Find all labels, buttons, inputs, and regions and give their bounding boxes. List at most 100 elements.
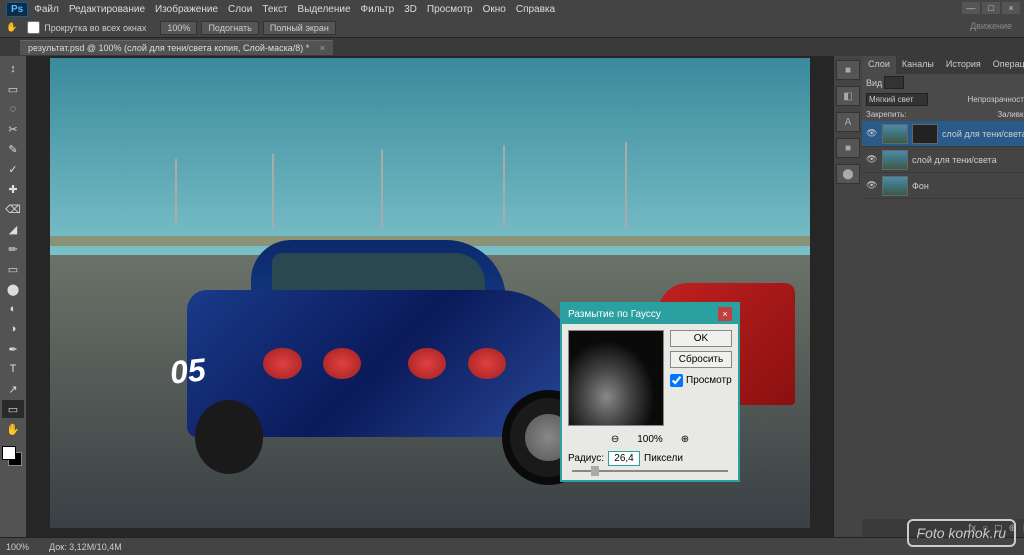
- dialog-close-button[interactable]: ×: [718, 307, 732, 321]
- document-tab-title: результат.psd @ 100% (слой для тени/свет…: [28, 43, 309, 53]
- window-controls: — □ ×: [962, 2, 1020, 14]
- tab-layers[interactable]: Слои: [862, 56, 896, 74]
- document-tab-close[interactable]: ×: [320, 43, 325, 53]
- layer-list: 👁 слой для тени/света копия 👁 слой для т…: [862, 121, 1024, 519]
- status-doc-info[interactable]: Док: 3,12M/10,4M: [49, 542, 122, 552]
- menu-layers[interactable]: Слои: [228, 4, 252, 15]
- status-zoom[interactable]: 100%: [6, 542, 29, 552]
- fullscreen-button[interactable]: Полный экран: [263, 21, 336, 35]
- eraser-tool[interactable]: ✏: [2, 240, 24, 258]
- layer-thumb[interactable]: [882, 176, 908, 196]
- crop-tool[interactable]: ✂: [2, 120, 24, 138]
- preview-label: Просмотр: [686, 375, 732, 386]
- zoom-out-icon[interactable]: ⊖: [611, 434, 619, 445]
- move-tool[interactable]: ↕: [2, 60, 24, 78]
- zoom-100-button[interactable]: 100%: [160, 21, 197, 35]
- stamp-tool[interactable]: ⌫: [2, 200, 24, 218]
- zoom-tool[interactable]: ✋: [2, 420, 24, 438]
- watermark: Foto komok.ru: [907, 519, 1016, 547]
- menu-select[interactable]: Выделение: [298, 4, 351, 15]
- workspace-label[interactable]: Движение: [970, 21, 1012, 31]
- lasso-tool[interactable]: ◌: [2, 100, 24, 118]
- dialog-title: Размытие по Гауссу: [568, 309, 661, 320]
- layer-item[interactable]: 👁 слой для тени/света копия: [862, 121, 1024, 147]
- shape-tool[interactable]: ↗: [2, 380, 24, 398]
- dialog-titlebar[interactable]: Размытие по Гауссу ×: [562, 304, 738, 324]
- menu-edit[interactable]: Редактирование: [69, 4, 145, 15]
- maximize-button[interactable]: □: [982, 2, 1000, 14]
- dock-icon-1[interactable]: ■: [836, 60, 860, 80]
- dock-icon-4[interactable]: ■: [836, 138, 860, 158]
- zoom-percent: 100%: [637, 434, 663, 445]
- layer-item[interactable]: 👁 Фон: [862, 173, 1024, 199]
- lock-label: Закрепить:: [866, 110, 907, 119]
- scroll-all-checkbox[interactable]: [27, 21, 40, 34]
- healing-tool[interactable]: ✓: [2, 160, 24, 178]
- toolbox: ↕ ▭ ◌ ✂ ✎ ✓ ✚ ⌫ ◢ ✏ ▭ ⬤ ◐ ◑ ✒ T ↗ ▭ ✋: [0, 56, 26, 537]
- hand-tool[interactable]: ▭: [2, 400, 24, 418]
- layer-name[interactable]: слой для тени/света копия: [942, 129, 1024, 139]
- layer-name[interactable]: слой для тени/света: [912, 155, 997, 165]
- visibility-icon[interactable]: 👁: [866, 180, 878, 191]
- menu-file[interactable]: Файл: [34, 4, 59, 15]
- menu-window[interactable]: Окно: [483, 4, 506, 15]
- preview-checkbox[interactable]: [670, 374, 683, 387]
- layer-thumb[interactable]: [882, 124, 908, 144]
- pen-tool[interactable]: ◑: [2, 320, 24, 338]
- kind-label: Вид: [866, 78, 882, 88]
- radius-label: Радиус:: [568, 453, 604, 464]
- status-bar: 100% Док: 3,12M/10,4M: [0, 537, 1024, 555]
- radius-slider[interactable]: [572, 470, 728, 472]
- kind-select[interactable]: [884, 76, 904, 89]
- document-tab[interactable]: результат.psd @ 100% (слой для тени/свет…: [20, 40, 333, 55]
- minimize-button[interactable]: —: [962, 2, 980, 14]
- layer-mask-thumb[interactable]: [912, 124, 938, 144]
- eyedropper-tool[interactable]: ✎: [2, 140, 24, 158]
- brush-tool[interactable]: ✚: [2, 180, 24, 198]
- layer-name[interactable]: Фон: [912, 181, 929, 191]
- visibility-icon[interactable]: 👁: [866, 154, 878, 165]
- menu-filter[interactable]: Фильтр: [361, 4, 395, 15]
- app-logo: Ps: [6, 2, 28, 17]
- menu-text[interactable]: Текст: [262, 4, 287, 15]
- fit-button[interactable]: Подогнать: [201, 21, 258, 35]
- gradient-tool[interactable]: ▭: [2, 260, 24, 278]
- type-tool[interactable]: ✒: [2, 340, 24, 358]
- preview-checkbox-label[interactable]: Просмотр: [670, 374, 732, 387]
- cancel-button[interactable]: Сбросить: [670, 351, 732, 368]
- blend-mode-select[interactable]: [866, 93, 928, 106]
- radius-input[interactable]: [608, 451, 640, 466]
- color-swatch[interactable]: [2, 446, 24, 468]
- dodge-tool[interactable]: ◐: [2, 300, 24, 318]
- layers-panel: Слои Каналы История Операции Вид Непрозр…: [862, 56, 1024, 537]
- fill-label: Заливка:: [997, 110, 1024, 119]
- visibility-icon[interactable]: 👁: [866, 128, 878, 139]
- dock-icon-2[interactable]: ◧: [836, 86, 860, 106]
- tab-channels[interactable]: Каналы: [896, 56, 940, 74]
- layer-thumb[interactable]: [882, 150, 908, 170]
- tab-actions[interactable]: Операции: [987, 56, 1024, 74]
- menubar: Ps Файл Редактирование Изображение Слои …: [0, 0, 1024, 18]
- zoom-in-icon[interactable]: ⊕: [681, 434, 689, 445]
- car-number: 05: [168, 351, 207, 392]
- dock-icon-5[interactable]: ⬤: [836, 164, 860, 184]
- path-tool[interactable]: T: [2, 360, 24, 378]
- menu-image[interactable]: Изображение: [155, 4, 218, 15]
- radius-unit: Пиксели: [644, 453, 683, 464]
- foreground-color[interactable]: [2, 446, 16, 460]
- close-button[interactable]: ×: [1002, 2, 1020, 14]
- tab-history[interactable]: История: [940, 56, 987, 74]
- ok-button[interactable]: OK: [670, 330, 732, 347]
- dialog-preview[interactable]: [568, 330, 664, 426]
- menu-3d[interactable]: 3D: [404, 4, 417, 15]
- opacity-label: Непрозрачность:: [967, 95, 1024, 104]
- marquee-tool[interactable]: ▭: [2, 80, 24, 98]
- menu-view[interactable]: Просмотр: [427, 4, 473, 15]
- hand-tool-icon: ✋: [6, 22, 17, 33]
- dock-icon-3[interactable]: A: [836, 112, 860, 132]
- menu-help[interactable]: Справка: [516, 4, 555, 15]
- slider-thumb[interactable]: [591, 466, 599, 476]
- blur-tool[interactable]: ⬤: [2, 280, 24, 298]
- history-brush-tool[interactable]: ◢: [2, 220, 24, 238]
- layer-item[interactable]: 👁 слой для тени/света: [862, 147, 1024, 173]
